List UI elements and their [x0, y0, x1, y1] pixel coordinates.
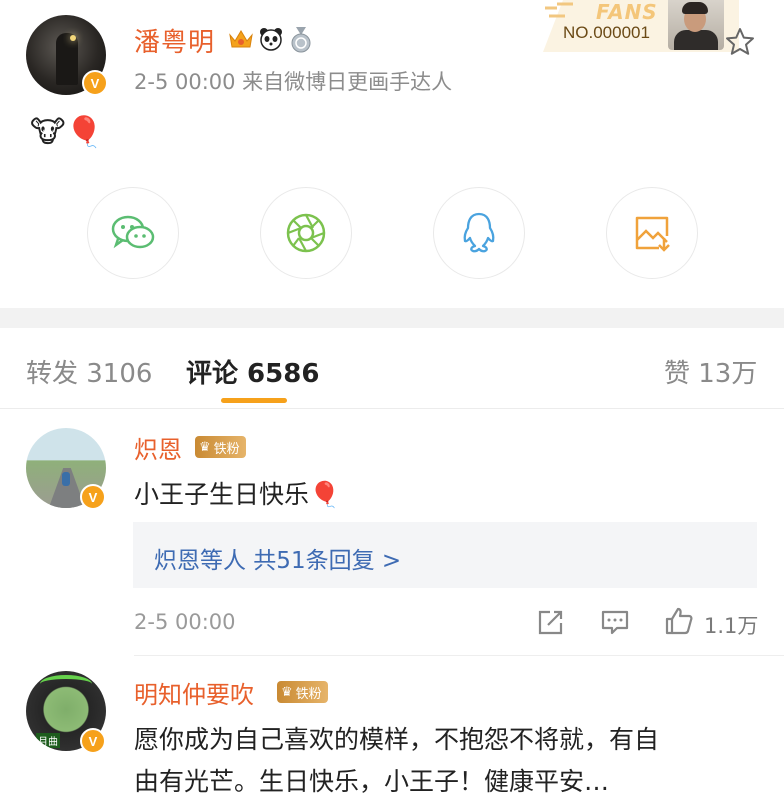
share-wechat-button[interactable]	[87, 187, 179, 279]
share-qq-button[interactable]	[433, 187, 525, 279]
section-separator	[0, 308, 784, 328]
comment-author-name[interactable]: 炽恩	[134, 430, 182, 465]
avatar-light	[70, 35, 76, 41]
fan-badge-label: 铁粉	[213, 441, 240, 457]
crown-icon	[229, 30, 253, 48]
comment-text: 小王子生日快乐🎈	[134, 480, 341, 509]
verified-badge-icon: V	[80, 728, 106, 754]
fans-card-photo	[668, 0, 724, 50]
qq-icon	[463, 212, 495, 253]
tabs-divider	[0, 408, 784, 409]
crown-icon: ♛	[281, 684, 293, 700]
author-name[interactable]: 潘粤明	[134, 22, 215, 59]
verified-badge-icon: V	[80, 484, 106, 510]
crown-icon: ♛	[199, 439, 211, 455]
fans-number: NO.000001	[563, 23, 650, 42]
post-content: 🐮🎈	[30, 115, 103, 150]
save-image-icon	[635, 216, 670, 252]
verified-badge-icon: V	[82, 70, 108, 96]
like-icon[interactable]	[664, 606, 694, 636]
tab-likes[interactable]: 赞 13万	[664, 353, 757, 390]
forward-icon[interactable]	[536, 607, 566, 637]
tab-comments[interactable]: 评论 6586	[186, 353, 319, 390]
iron-fan-badge: ♛ 铁粉	[195, 436, 246, 458]
comment-text-line: 愿你成为自己喜欢的模样，不抱怨不将就，有自	[134, 725, 660, 754]
fan-badge-label: 铁粉	[295, 686, 322, 702]
fans-label: FANS	[596, 0, 658, 24]
comment-author-name[interactable]: 明知仲要吹	[134, 675, 254, 710]
comment-icon[interactable]	[600, 607, 630, 637]
tab-reposts[interactable]: 转发 3106	[26, 353, 152, 390]
star-icon[interactable]	[724, 26, 756, 58]
save-image-button[interactable]	[606, 187, 698, 279]
moments-icon	[286, 213, 326, 253]
comment-divider	[134, 655, 784, 656]
comment-timestamp: 2-5 00:00	[134, 610, 236, 634]
active-tab-indicator	[221, 398, 287, 403]
replies-summary-link[interactable]: 炽恩等人 共51条回复 >	[154, 541, 401, 575]
wechat-icon	[111, 215, 155, 249]
avatar-figure	[56, 33, 78, 85]
medal-icon	[291, 27, 311, 53]
panda-icon	[260, 28, 282, 51]
like-count: 1.1万	[704, 614, 759, 638]
post-timestamp-source: 2-5 00:00 来自微博日更画手达人	[134, 70, 453, 94]
iron-fan-badge: ♛ 铁粉	[277, 681, 328, 703]
share-moments-button[interactable]	[260, 187, 352, 279]
